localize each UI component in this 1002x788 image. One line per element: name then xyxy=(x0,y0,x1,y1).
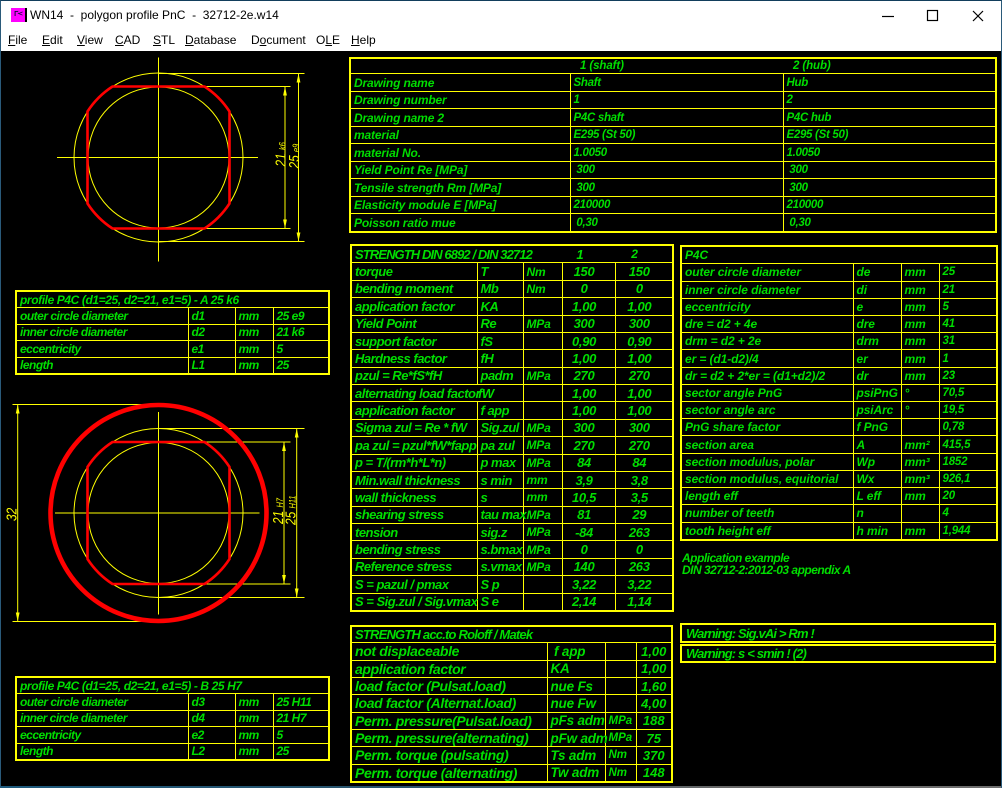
svg-text:25 e9: 25 e9 xyxy=(286,143,302,169)
svg-text:32: 32 xyxy=(3,507,19,521)
